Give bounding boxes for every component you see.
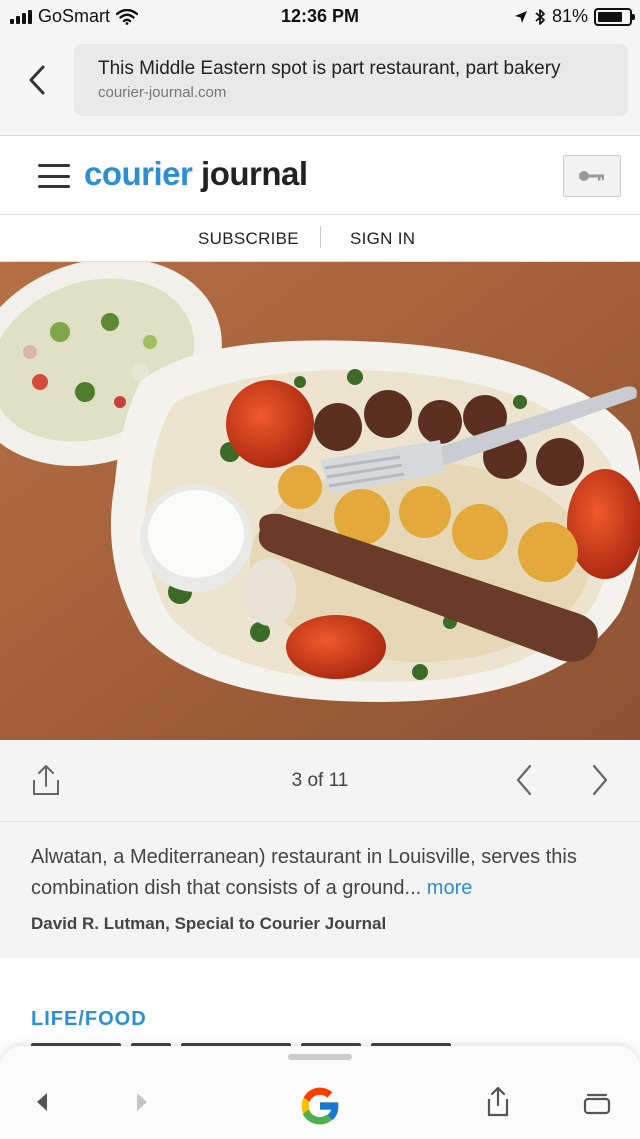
chevron-left-icon [29,65,45,95]
gallery-counter: 3 of 11 [291,770,349,791]
browser-forward-button[interactable] [128,1088,156,1116]
google-g-icon [301,1087,340,1125]
site-logo[interactable]: courier journal [84,155,308,193]
status-bar: GoSmart 12:36 PM 81% [0,0,640,34]
gallery-photo[interactable] [0,262,640,740]
caption-body: Alwatan, a Mediterranean) restaurant in … [31,846,577,899]
back-button[interactable] [22,60,52,100]
photo-caption: Alwatan, a Mediterranean) restaurant in … [0,822,640,958]
battery-icon [594,7,635,26]
subscribe-link[interactable]: SUBSCRIBE [198,229,299,249]
browser-bottom-toolbar [0,1046,640,1139]
logo-word-courier: courier [84,155,193,192]
drag-handle[interactable] [288,1054,352,1060]
battery-fill [598,11,623,22]
bluetooth-icon [535,8,545,25]
logo-word-journal: journal [201,155,308,192]
google-button[interactable] [294,1080,346,1132]
gallery-nav: 3 of 11 [0,740,640,822]
food-plate-image [0,262,640,740]
site-header: courier journal [0,137,640,215]
caption-text: Alwatan, a Mediterranean) restaurant in … [31,842,609,904]
share-icon [487,1086,509,1117]
caption-more-link[interactable]: more [427,877,473,899]
page-title: This Middle Eastern spot is part restaur… [98,58,561,79]
divider [320,226,321,248]
battery-percent: 81% [551,6,588,26]
page-host: courier-journal.com [98,84,227,101]
forward-arrow-icon [137,1093,147,1111]
back-arrow-icon [37,1093,47,1111]
subscribe-bar: SUBSCRIBE SIGN IN [0,216,640,262]
sign-in-link[interactable]: SIGN IN [350,229,415,249]
chevron-left-icon [516,764,532,796]
tabs-icon [583,1093,611,1115]
status-right: 81% [514,6,635,27]
browser-share-button[interactable] [480,1084,516,1120]
chevron-right-icon [592,764,608,796]
photo-credit: David R. Lutman, Special to Courier Jour… [31,914,387,933]
address-field[interactable]: This Middle Eastern spot is part restaur… [74,44,628,116]
login-button[interactable] [563,155,621,197]
browser-back-button[interactable] [28,1088,56,1116]
gallery-prev-button[interactable] [510,762,538,803]
key-icon [579,171,604,181]
location-arrow-icon [514,10,527,23]
hamburger-menu-icon[interactable] [38,164,70,188]
section-label[interactable]: LIFE/FOOD [31,1008,147,1031]
browser-tabs-button[interactable] [580,1088,614,1118]
browser-url-bar: This Middle Eastern spot is part restaur… [0,34,640,136]
gallery-next-button[interactable] [586,762,614,803]
